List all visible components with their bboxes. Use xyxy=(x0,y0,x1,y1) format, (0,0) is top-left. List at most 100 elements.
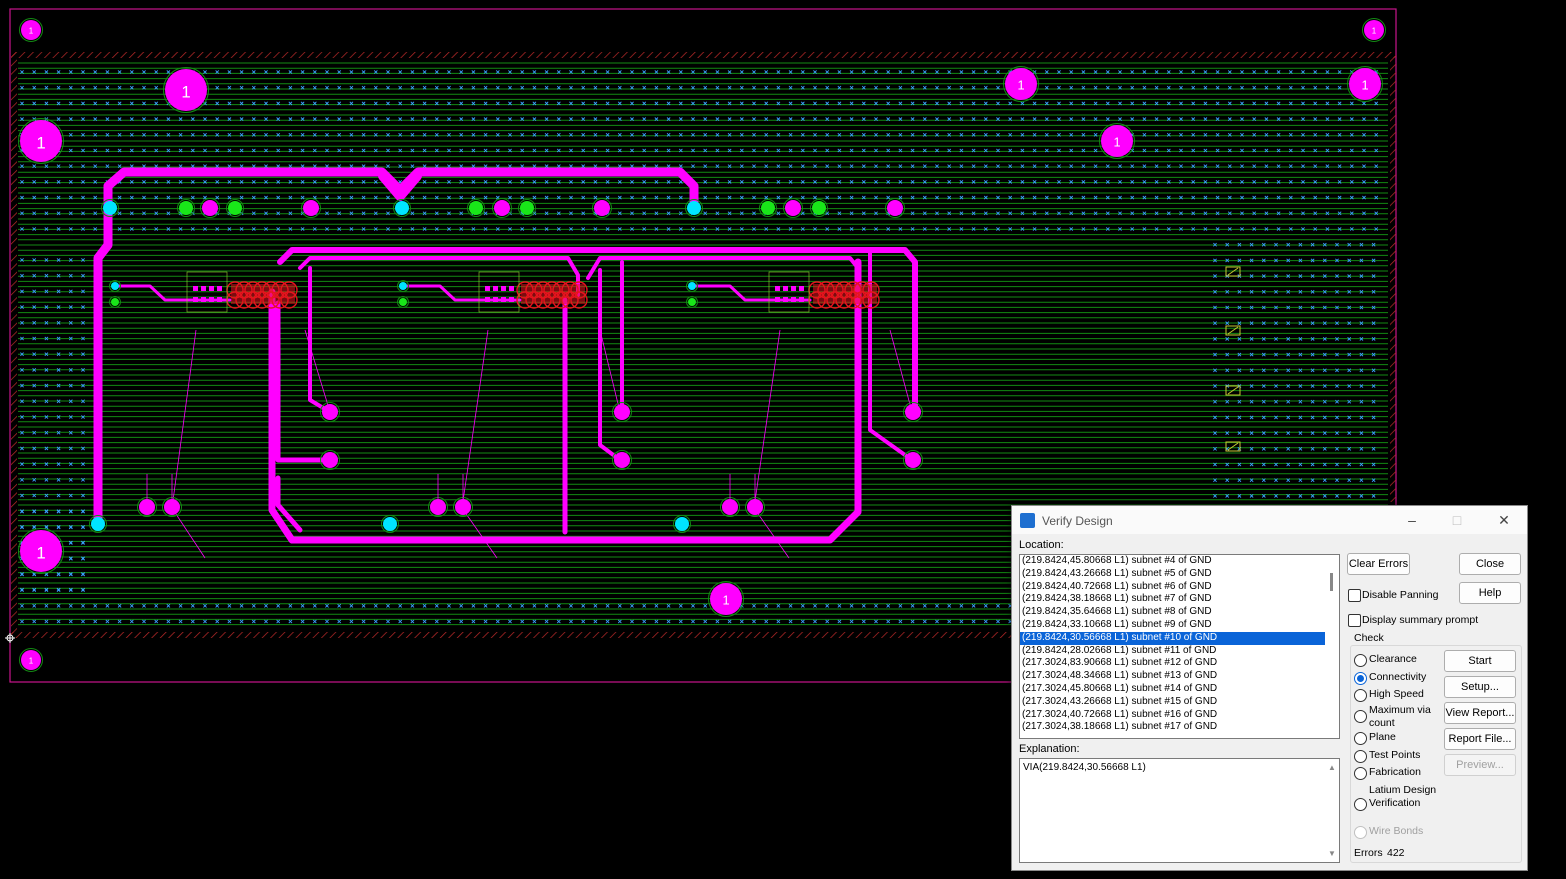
check-label: Test Points xyxy=(1369,749,1421,761)
ratsnest-line xyxy=(753,329,781,509)
location-list-item[interactable]: (217.3024,48.34668 L1) subnet #13 of GND xyxy=(1020,670,1339,683)
check-radio-test-points[interactable] xyxy=(1354,750,1367,763)
disable-panning-checkbox[interactable] xyxy=(1348,589,1361,602)
via-cyan xyxy=(103,201,117,215)
ratsnest-line xyxy=(599,329,621,413)
pad-number-label: 1 xyxy=(1372,27,1377,36)
explanation-label: Explanation: xyxy=(1019,743,1080,755)
check-label: Maximum via count xyxy=(1369,704,1431,729)
scroll-down-icon[interactable]: ▼ xyxy=(1328,849,1336,858)
keepout-left xyxy=(11,52,17,638)
display-summary-prompt-checkbox[interactable] xyxy=(1348,614,1361,627)
explanation-text: VIA(219.8424,30.56668 L1) xyxy=(1023,762,1146,773)
dialog-title: Verify Design xyxy=(1042,514,1113,528)
check-label: Fabrication xyxy=(1369,766,1421,778)
start-button[interactable]: Start xyxy=(1444,650,1516,672)
via-cyan xyxy=(395,201,409,215)
signal-trace-3 xyxy=(275,300,333,463)
maximize-icon: □ xyxy=(1452,512,1462,528)
component-pad xyxy=(303,200,319,216)
check-label: Plane xyxy=(1369,731,1396,743)
help-button[interactable]: Help xyxy=(1459,582,1521,604)
smd-pad xyxy=(209,286,214,291)
smd-pad xyxy=(799,297,804,302)
via-green xyxy=(520,201,534,215)
ratsnest-line xyxy=(889,329,913,413)
pad-number-label: 1 xyxy=(29,657,34,666)
check-label: Latium Design Verification xyxy=(1369,784,1437,809)
pad-number-label: 1 xyxy=(1017,78,1024,93)
check-radio-clearance[interactable] xyxy=(1354,654,1367,667)
location-list-item[interactable]: (219.8424,35.64668 L1) subnet #8 of GND xyxy=(1020,606,1339,619)
location-list-item[interactable]: (219.8424,38.18668 L1) subnet #7 of GND xyxy=(1020,593,1339,606)
component-pad xyxy=(494,200,510,216)
location-list-item[interactable]: (219.8424,40.72668 L1) subnet #6 of GND xyxy=(1020,581,1339,594)
check-radio-high-speed[interactable] xyxy=(1354,689,1367,702)
errors-label: Errors xyxy=(1354,847,1383,859)
location-label: Location: xyxy=(1019,539,1064,551)
view-report-button[interactable]: View Report... xyxy=(1444,702,1516,724)
close-icon[interactable]: ✕ xyxy=(1484,508,1524,532)
via-cyan xyxy=(383,517,397,531)
check-group-label: Check xyxy=(1354,632,1384,644)
location-list-item[interactable]: (217.3024,40.72668 L1) subnet #16 of GND xyxy=(1020,709,1339,722)
scrollbar-thumb[interactable] xyxy=(1330,573,1333,591)
component-pad xyxy=(594,200,610,216)
location-list[interactable]: (219.8424,45.80668 L1) subnet #4 of GND(… xyxy=(1019,554,1340,739)
component-pad xyxy=(905,404,921,420)
component-pad xyxy=(785,200,801,216)
location-list-item[interactable]: (217.3024,45.80668 L1) subnet #14 of GND xyxy=(1020,683,1339,696)
via-small xyxy=(399,282,407,290)
smd-pad xyxy=(783,286,788,291)
location-list-item[interactable]: (217.3024,83.90668 L1) subnet #12 of GND xyxy=(1020,657,1339,670)
via-cyan xyxy=(91,517,105,531)
smd-pad xyxy=(217,297,222,302)
location-list-item[interactable]: (219.8424,43.26668 L1) subnet #5 of GND xyxy=(1020,568,1339,581)
smd-pad xyxy=(201,286,206,291)
check-radio-maximum-via-count[interactable] xyxy=(1354,710,1367,723)
location-list-item[interactable]: (217.3024,43.26668 L1) subnet #15 of GND xyxy=(1020,696,1339,709)
setup-button[interactable]: Setup... xyxy=(1444,676,1516,698)
check-radio-latium-design-verification[interactable] xyxy=(1354,798,1367,811)
pad-number-label: 1 xyxy=(29,27,34,36)
explanation-scrollbar[interactable]: ▲ ▼ xyxy=(1325,759,1339,862)
via-green xyxy=(812,201,826,215)
smd-pad xyxy=(775,297,780,302)
check-radio-fabrication[interactable] xyxy=(1354,767,1367,780)
keepout-right xyxy=(1390,52,1396,502)
location-list-item[interactable]: (217.3024,38.18668 L1) subnet #17 of GND xyxy=(1020,721,1339,734)
smd-pad xyxy=(193,286,198,291)
location-list-item[interactable]: (219.8424,28.02668 L1) subnet #11 of GND xyxy=(1020,645,1339,658)
report-file-button[interactable]: Report File... xyxy=(1444,728,1516,750)
location-list-item[interactable]: (219.8424,33.10668 L1) subnet #9 of GND xyxy=(1020,619,1339,632)
component-pad xyxy=(614,404,630,420)
clear-errors-button[interactable]: Clear Errors xyxy=(1347,553,1410,575)
verify-design-dialog: Verify Design – □ ✕ Location: (219.8424,… xyxy=(1011,505,1528,871)
close-button[interactable]: Close xyxy=(1459,553,1521,575)
smd-pad xyxy=(201,297,206,302)
smd-pad xyxy=(509,286,514,291)
dialog-title-bar[interactable]: Verify Design – □ ✕ xyxy=(1012,506,1527,534)
pad-number-label: 1 xyxy=(1113,135,1120,150)
via-cyan xyxy=(675,517,689,531)
check-radio-connectivity[interactable] xyxy=(1354,672,1367,685)
check-radio-plane[interactable] xyxy=(1354,732,1367,745)
smd-pad xyxy=(509,297,514,302)
via-small xyxy=(688,298,696,306)
resistor-mark xyxy=(1227,442,1239,451)
location-list-scrollbar[interactable] xyxy=(1325,555,1339,738)
via-small xyxy=(111,298,119,306)
location-list-item[interactable]: (219.8424,45.80668 L1) subnet #4 of GND xyxy=(1020,555,1339,568)
minimize-icon[interactable]: – xyxy=(1392,508,1432,532)
smd-pad xyxy=(791,297,796,302)
check-radio-wire-bonds xyxy=(1354,826,1367,839)
component-pad xyxy=(202,200,218,216)
smd-pad xyxy=(501,286,506,291)
location-list-item[interactable]: (219.8424,30.56668 L1) subnet #10 of GND xyxy=(1020,631,1339,645)
smd-pad xyxy=(775,286,780,291)
via-green xyxy=(179,201,193,215)
explanation-box[interactable]: VIA(219.8424,30.56668 L1) ▲ ▼ xyxy=(1019,758,1340,863)
scroll-up-icon[interactable]: ▲ xyxy=(1328,763,1336,772)
smd-pad xyxy=(217,286,222,291)
via-green xyxy=(228,201,242,215)
